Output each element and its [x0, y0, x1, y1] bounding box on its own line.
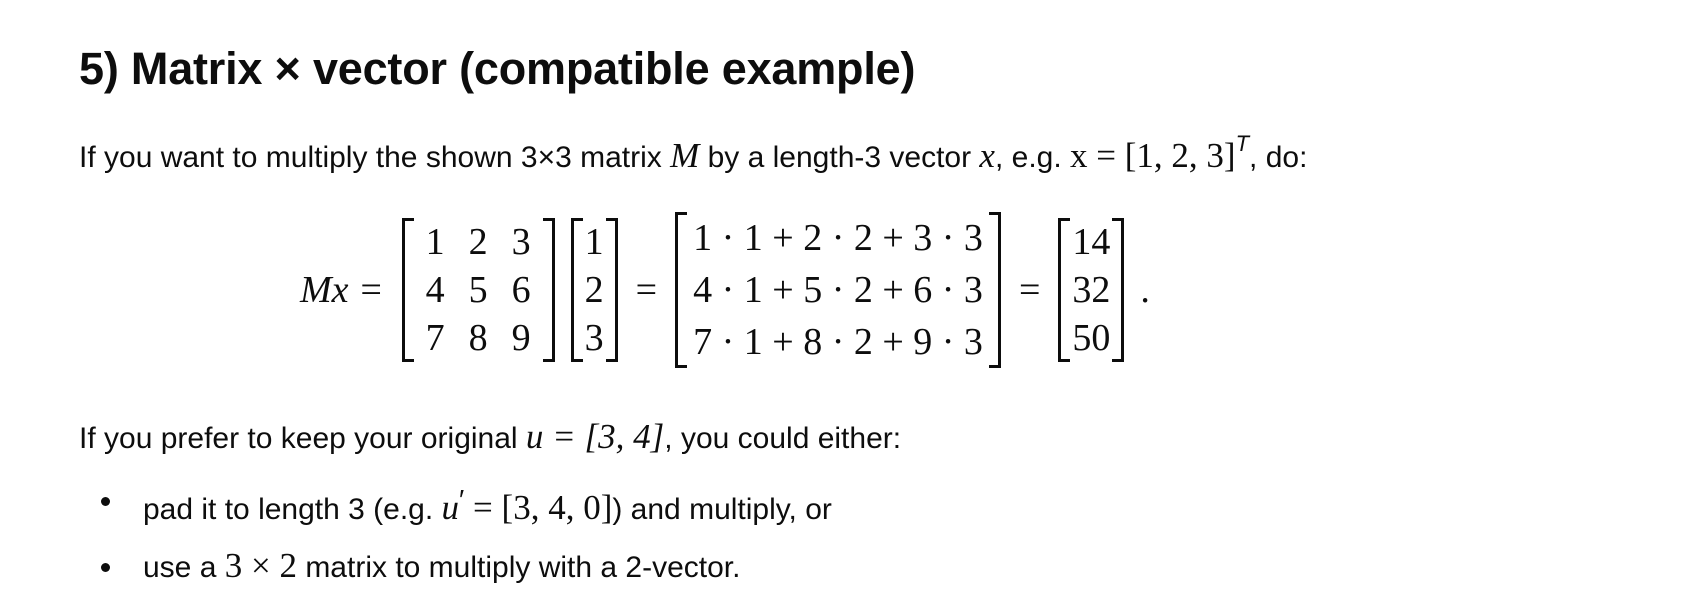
- prefer-paragraph: If you prefer to keep your original u = …: [79, 417, 901, 459]
- matrix-cell: 9: [511, 317, 531, 359]
- expanded-row: 1 · 1 + 2 · 2 + 3 · 3: [693, 217, 983, 259]
- bullet-dot-icon: [101, 563, 110, 572]
- expanded-row: 7 · 1 + 8 · 2 + 9 · 3: [693, 321, 983, 363]
- intro-text-1: If you want to multiply the shown 3×3 ma…: [79, 141, 671, 174]
- math-dimensions: 3 × 2: [224, 546, 297, 585]
- matrix-cell: 2: [468, 221, 488, 263]
- result-cell: 50: [1072, 317, 1111, 359]
- intro-text-2: by a length-3 vector: [699, 141, 980, 174]
- matrix-M: 123 456 789: [401, 218, 555, 362]
- expanded-row: 4 · 1 + 5 · 2 + 6 · 3: [693, 269, 983, 311]
- result-cell: 32: [1072, 269, 1111, 311]
- math-transpose-sup: T: [1235, 131, 1250, 156]
- equals-sign: =: [635, 269, 658, 311]
- math-u-definition: u = [3, 4]: [525, 417, 665, 456]
- math-M: M: [670, 136, 700, 175]
- intro-text-3: , e.g.: [994, 141, 1071, 174]
- bullet-2-text-2: matrix to multiply with a 2-vector.: [296, 551, 741, 584]
- matrix-cell: 6: [511, 269, 531, 311]
- math-x-definition: x = [1, 2, 3]: [1070, 136, 1236, 175]
- bullet-1-text-2: ) and multiply, or: [612, 493, 832, 526]
- section-heading: 5) Matrix × vector (compatible example): [79, 43, 916, 94]
- list-item: use a 3 × 2 matrix to multiply with a 2-…: [79, 546, 832, 588]
- intro-paragraph: If you want to multiply the shown 3×3 ma…: [79, 124, 1307, 178]
- prefer-text-1: If you prefer to keep your original: [79, 422, 526, 455]
- math-x: x: [979, 136, 995, 175]
- equation-period: .: [1140, 269, 1150, 311]
- list-item: pad it to length 3 (e.g. u′ = [3, 4, 0])…: [79, 480, 832, 530]
- matrix-cell: 8: [468, 317, 488, 359]
- math-padded-vector: = [3, 4, 0]: [464, 488, 613, 527]
- vector-cell: 1: [584, 221, 604, 263]
- bullet-dot-icon: [101, 497, 110, 506]
- matrix-cell: 4: [425, 269, 445, 311]
- expanded-vector: 1 · 1 + 2 · 2 + 3 · 3 4 · 1 + 5 · 2 + 6 …: [675, 212, 1001, 368]
- matrix-cell: 7: [425, 317, 445, 359]
- bullet-1-text-1: pad it to length 3 (e.g.: [143, 493, 442, 526]
- matrix-cell: 3: [511, 221, 531, 263]
- matrix-cell: 5: [468, 269, 488, 311]
- options-list: pad it to length 3 (e.g. u′ = [3, 4, 0])…: [79, 480, 832, 588]
- equation-lhs: Mx =: [300, 269, 384, 311]
- vector-cell: 2: [584, 269, 604, 311]
- bullet-2-text-1: use a: [143, 551, 225, 584]
- intro-text-4: , do:: [1249, 141, 1308, 174]
- equals-sign: =: [1018, 269, 1041, 311]
- display-equation: Mx = 123 456 789 1 2 3 = 1 · 1 + 2 · 2 +…: [300, 200, 1150, 380]
- vector-x: 1 2 3: [570, 218, 618, 362]
- math-u: u: [441, 488, 460, 527]
- result-cell: 14: [1072, 221, 1111, 263]
- prefer-text-2: , you could either:: [664, 422, 902, 455]
- vector-cell: 3: [584, 317, 604, 359]
- result-vector: 14 32 50: [1058, 218, 1125, 362]
- matrix-cell: 1: [425, 221, 445, 263]
